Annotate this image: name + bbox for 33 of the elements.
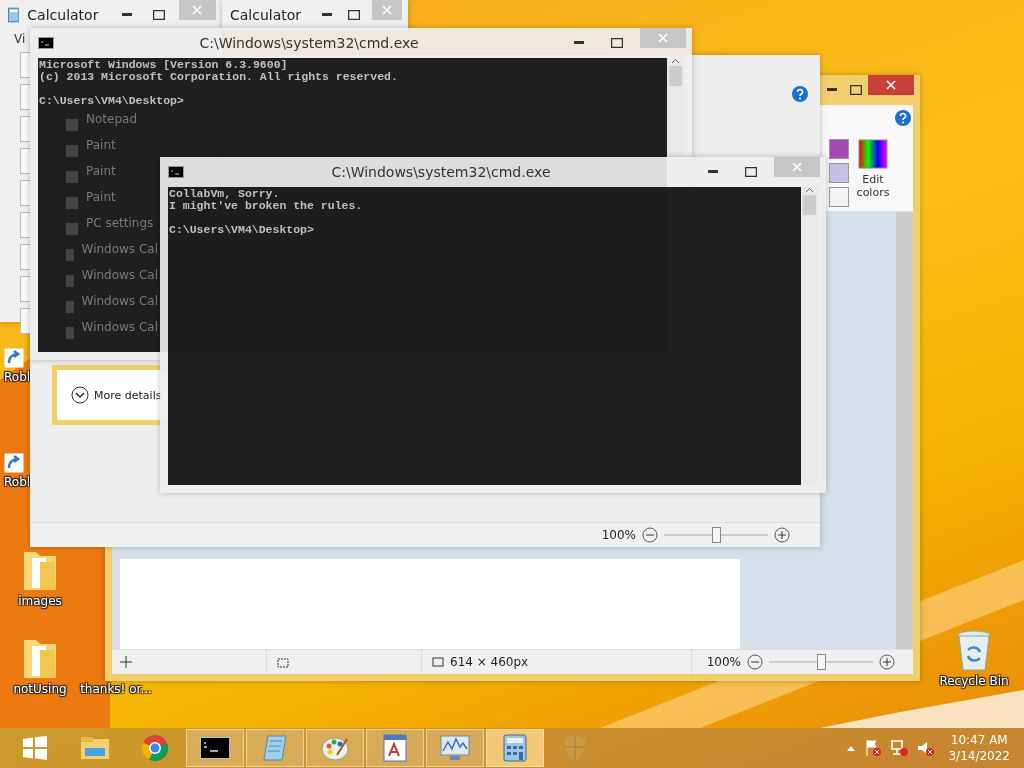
process-name[interactable]: Windows Cal	[81, 294, 158, 308]
desktop-icon-label[interactable]: Recycle Bin	[939, 674, 1009, 688]
zoom-level: 100%	[706, 655, 741, 669]
process-name[interactable]: Paint	[86, 138, 116, 152]
window-title: C:\Windows\system32\cmd.exe	[330, 164, 552, 180]
terminal-line: (c) 2013 Microsoft Corporation. All rights reserved.	[39, 71, 399, 83]
clock-date[interactable]: 3/14/2022	[948, 748, 1010, 764]
desktop-icon-label[interactable]: Robl	[4, 475, 31, 489]
terminal-line: Microsoft Windows [Version 6.3.9600]	[39, 59, 289, 71]
canvas-size: 614 × 460px	[450, 655, 529, 669]
edit-colors-label[interactable]: Edit colors	[853, 173, 893, 199]
process-name[interactable]: Notepad	[86, 112, 137, 126]
clock-time[interactable]: 10:47 AM	[950, 732, 1008, 748]
process-name[interactable]: Windows Cal	[81, 320, 158, 334]
terminal-prompt: C:\Users\VM4\Desktop>	[39, 95, 185, 107]
process-name[interactable]: Paint	[86, 164, 116, 178]
terminal-line: I might've broken the rules.	[169, 200, 364, 212]
process-name[interactable]: PC settings	[86, 216, 154, 230]
zoom-level: 100%	[601, 528, 636, 542]
window-title: Calculator	[230, 7, 302, 23]
terminal-prompt: C:\Users\VM4\Desktop>	[169, 224, 315, 236]
desktop-icon-label[interactable]: notUsing	[13, 682, 67, 696]
desktop-icon-label[interactable]: Robl	[4, 370, 31, 384]
more-details-button[interactable]: More details	[71, 386, 162, 404]
window-title: C:\Windows\system32\cmd.exe	[198, 35, 420, 51]
process-name[interactable]: Windows Cal	[81, 242, 158, 256]
process-name[interactable]: Windows Cal	[81, 268, 158, 282]
terminal-line: CollabVm, Sorry.	[169, 188, 281, 200]
process-name[interactable]: Paint	[86, 190, 116, 204]
menu-item[interactable]: Vi	[14, 32, 26, 46]
window-title: Calculator	[27, 7, 99, 23]
desktop-icon-label[interactable]: images	[18, 594, 62, 608]
desktop-icon-label[interactable]: thanks! or...	[80, 682, 152, 696]
